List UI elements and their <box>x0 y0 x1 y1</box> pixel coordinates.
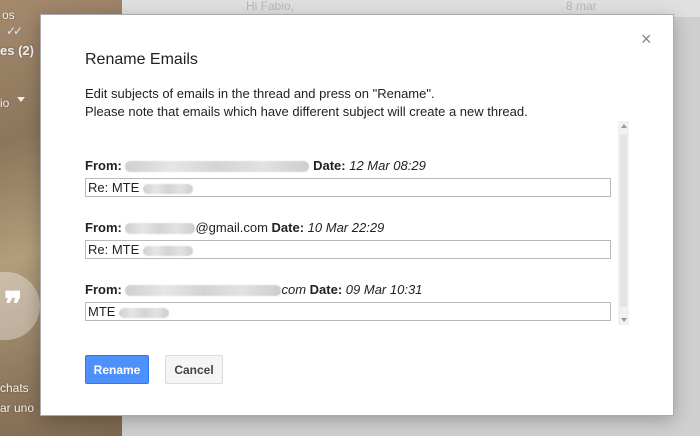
redacted-address <box>125 285 282 297</box>
rename-emails-dialog: Rename Emails × Edit subjects of emails … <box>40 14 674 416</box>
dialog-title: Rename Emails <box>85 51 198 68</box>
email-meta: From: com Date: 09 Mar 10:31 <box>85 282 613 300</box>
dialog-instructions: Edit subjects of emails in the thread an… <box>85 85 528 121</box>
instruction-line: Edit subjects of emails in the thread an… <box>85 86 435 101</box>
redacted-subject <box>142 245 193 256</box>
email-meta: From: Date: 12 Mar 08:29 <box>85 158 613 176</box>
subject-text: MTE <box>88 304 116 319</box>
from-suffix: @gmail.com <box>195 220 268 235</box>
scrollbar-thumb[interactable] <box>620 135 627 307</box>
from-label: From: <box>85 158 122 173</box>
email-date: 10 Mar 22:29 <box>307 220 385 235</box>
sidebar-fragment: io <box>0 96 10 110</box>
scroll-down-icon[interactable] <box>621 318 627 322</box>
email-meta: From: @gmail.com Date: 10 Mar 22:29 <box>85 220 613 238</box>
redacted-subject <box>119 307 170 318</box>
mail-date: 8 mar <box>566 0 597 13</box>
subject-input[interactable]: MTE <box>85 302 611 321</box>
subject-input[interactable]: Re: MTE <box>85 178 611 197</box>
subject-input[interactable]: Re: MTE <box>85 240 611 259</box>
email-date: 12 Mar 08:29 <box>349 158 426 173</box>
cancel-button[interactable]: Cancel <box>165 355 223 384</box>
caret-down-icon <box>17 97 25 102</box>
redacted-address <box>125 223 196 235</box>
mail-snippet: Hi Fabio, <box>246 0 295 13</box>
redacted-address <box>125 161 310 173</box>
sidebar-fragment: ar uno <box>0 401 35 415</box>
from-label: From: <box>85 220 122 235</box>
sidebar-fragment: os <box>2 8 15 22</box>
from-suffix: com <box>281 282 307 297</box>
rename-button[interactable]: Rename <box>85 355 149 384</box>
close-icon[interactable]: × <box>641 29 652 50</box>
redacted-subject <box>142 183 193 194</box>
email-entry: From: com Date: 09 Mar 10:31 MTE <box>85 282 613 321</box>
sidebar-fragment: chats <box>0 381 29 395</box>
from-label: From: <box>85 282 122 297</box>
email-date: 09 Mar 10:31 <box>345 282 423 297</box>
email-entry: From: @gmail.com Date: 10 Mar 22:29 Re: … <box>85 220 613 259</box>
double-check-icon: ✓✓ <box>6 24 23 38</box>
list-scrollbar[interactable] <box>618 121 629 325</box>
email-entry: From: Date: 12 Mar 08:29 Re: MTE <box>85 158 613 197</box>
date-label: Date: <box>313 158 346 173</box>
hangouts-icon: ❞ <box>4 285 23 325</box>
instruction-line: Please note that emails which have diffe… <box>85 104 528 119</box>
subject-text: Re: MTE <box>88 242 140 257</box>
subject-text: Re: MTE <box>88 180 140 195</box>
sidebar-fragment: es (2) <box>0 43 34 58</box>
date-label: Date: <box>309 282 343 297</box>
date-label: Date: <box>271 220 305 235</box>
scroll-up-icon[interactable] <box>621 124 627 128</box>
email-subject-list: From: Date: 12 Mar 08:29 Re: MTE From: @… <box>85 123 621 323</box>
